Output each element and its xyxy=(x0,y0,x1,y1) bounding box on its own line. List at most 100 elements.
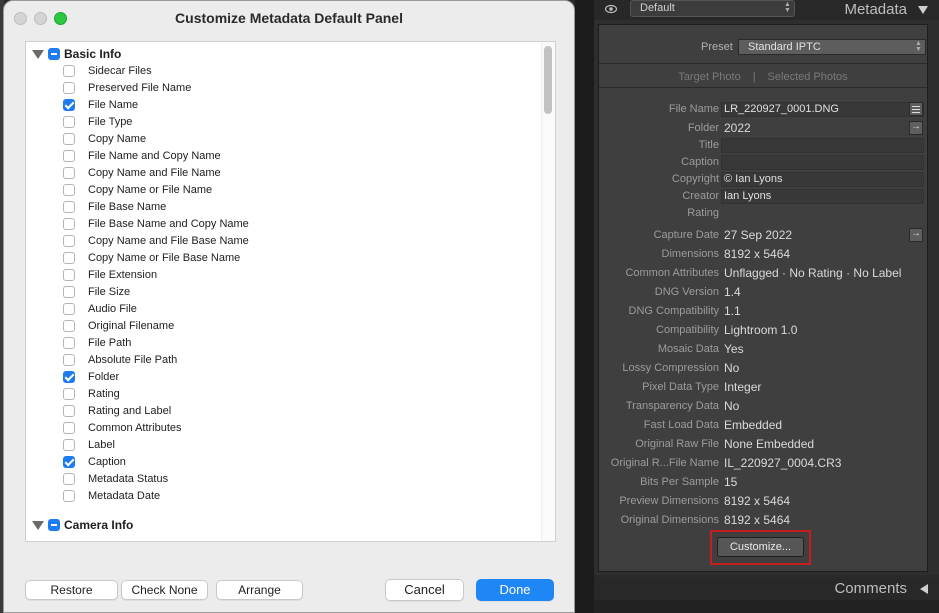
field-label: Folder xyxy=(88,371,120,383)
checkbox[interactable] xyxy=(63,167,75,179)
field-label: File Base Name and Copy Name xyxy=(88,218,249,230)
selected-photos-option[interactable]: Selected Photos xyxy=(768,71,848,83)
checkbox[interactable] xyxy=(63,201,75,213)
preset-select[interactable]: Standard IPTC ▲ ▼ xyxy=(738,39,926,55)
checkbox[interactable] xyxy=(63,286,75,298)
metadata-label: Bits Per Sample xyxy=(640,476,719,488)
restore-button[interactable]: Restore xyxy=(25,580,118,600)
metadata-value: Yes xyxy=(724,342,744,356)
checkbox[interactable] xyxy=(63,269,75,281)
checkbox[interactable] xyxy=(63,252,75,264)
metadata-label: Caption xyxy=(681,156,719,168)
stepper-arrows-icon: ▲ ▼ xyxy=(784,1,791,14)
field-label: Original Filename xyxy=(88,320,175,332)
dialog-title: Customize Metadata Default Panel xyxy=(175,10,403,26)
checkbox[interactable] xyxy=(63,439,75,451)
go-arrow-icon[interactable] xyxy=(909,121,923,135)
scrollbar-track[interactable] xyxy=(541,42,555,541)
comments-panel-header[interactable]: Comments xyxy=(594,578,939,600)
customize-button[interactable]: Customize... xyxy=(717,537,804,557)
field-label: Sidecar Files xyxy=(88,65,152,77)
metadata-label: Folder xyxy=(687,122,719,134)
field-label: File Size xyxy=(88,286,131,298)
checkbox[interactable] xyxy=(63,473,75,485)
metadata-row: Fast Load Data Embedded xyxy=(599,417,929,434)
checkbox[interactable] xyxy=(63,337,75,349)
arrange-button[interactable]: Arrange xyxy=(216,580,303,600)
metadata-label: Fast Load Data xyxy=(643,419,719,431)
panel-divider xyxy=(575,0,594,613)
metadata-row: Mosaic Data Yes xyxy=(599,341,929,358)
collapse-triangle-icon[interactable] xyxy=(918,6,928,14)
expand-triangle-icon[interactable] xyxy=(920,584,928,594)
field-label: Preserved File Name xyxy=(88,82,192,94)
checkbox[interactable] xyxy=(63,133,75,145)
comments-title: Comments xyxy=(834,580,907,597)
metadata-value: Integer xyxy=(724,380,762,394)
metadata-value: None Embedded xyxy=(724,437,815,451)
section-toggle-checkbox[interactable] xyxy=(48,48,60,60)
metadata-label: Rating xyxy=(687,207,719,219)
field-label: File Base Name xyxy=(88,201,167,213)
checkbox[interactable] xyxy=(63,235,75,247)
metadata-label: DNG Version xyxy=(654,286,719,298)
field-label: File Type xyxy=(88,116,133,128)
checkbox[interactable] xyxy=(63,320,75,332)
field-label: Metadata Status xyxy=(88,473,169,485)
section-toggle-checkbox[interactable] xyxy=(48,519,60,531)
target-photo-option[interactable]: Target Photo xyxy=(678,71,740,83)
checkbox[interactable] xyxy=(63,303,75,315)
field-checklist: Basic Info Sidecar Files Preserved File Na… xyxy=(25,41,556,542)
metadata-label: Copyright xyxy=(671,173,719,185)
metadata-input[interactable] xyxy=(721,138,924,153)
field-label: Caption xyxy=(88,456,126,468)
checkbox[interactable] xyxy=(63,116,75,128)
scrollbar-thumb[interactable] xyxy=(544,46,552,114)
checkbox[interactable] xyxy=(63,82,75,94)
metadata-value: 2022 xyxy=(724,121,751,135)
checkbox[interactable] xyxy=(63,218,75,230)
checkbox[interactable] xyxy=(63,490,75,502)
field-label: File Name and Copy Name xyxy=(88,150,221,162)
preset-select-value: Standard IPTC xyxy=(748,41,821,53)
check-none-button[interactable]: Check None xyxy=(121,580,208,600)
field-label: Copy Name or File Base Name xyxy=(88,252,241,264)
checkbox[interactable] xyxy=(63,422,75,434)
eye-icon[interactable] xyxy=(605,4,617,14)
checkbox[interactable] xyxy=(63,99,75,111)
metadata-input[interactable]: LR_220927_0001.DNG xyxy=(721,102,924,117)
metadata-value: No xyxy=(724,361,740,375)
checkbox[interactable] xyxy=(63,184,75,196)
metadata-label: Common Attributes xyxy=(625,267,719,279)
metadata-view-preset-select[interactable]: Default ▲ ▼ xyxy=(630,0,795,17)
list-icon[interactable] xyxy=(909,102,923,116)
metadata-input[interactable] xyxy=(721,155,924,170)
field-label: Rating xyxy=(88,388,120,400)
checkbox[interactable] xyxy=(63,405,75,417)
checkbox[interactable] xyxy=(63,371,75,383)
go-arrow-icon[interactable] xyxy=(909,228,923,242)
field-label: Copy Name or File Name xyxy=(88,184,213,196)
metadata-row: Caption xyxy=(599,154,929,171)
metadata-value: 8192 x 5464 xyxy=(724,513,791,527)
done-button[interactable]: Done xyxy=(476,579,554,601)
metadata-label: Original Dimensions xyxy=(620,514,719,526)
checkbox[interactable] xyxy=(63,65,75,77)
checkbox[interactable] xyxy=(63,388,75,400)
metadata-input[interactable]: © Ian Lyons xyxy=(721,172,924,187)
checkbox[interactable] xyxy=(63,150,75,162)
checkbox[interactable] xyxy=(63,354,75,366)
checkbox[interactable] xyxy=(63,456,75,468)
dialog-titlebar: Customize Metadata Default Panel xyxy=(4,1,574,35)
metadata-row: Original R...File Name IL_220927_0004.CR3 xyxy=(599,455,929,472)
disclosure-triangle-icon[interactable] xyxy=(32,521,44,530)
field-label: Copy Name and File Base Name xyxy=(88,235,249,247)
disclosure-triangle-icon[interactable] xyxy=(32,50,44,59)
metadata-value: 8192 x 5464 xyxy=(724,494,791,508)
metadata-input[interactable]: Ian Lyons xyxy=(721,189,924,204)
cancel-button[interactable]: Cancel xyxy=(385,579,464,601)
target-divider: | xyxy=(752,71,756,83)
metadata-label: Original Raw File xyxy=(635,438,719,450)
metadata-label: Transparency Data xyxy=(625,400,719,412)
metadata-label: DNG Compatibility xyxy=(628,305,719,317)
